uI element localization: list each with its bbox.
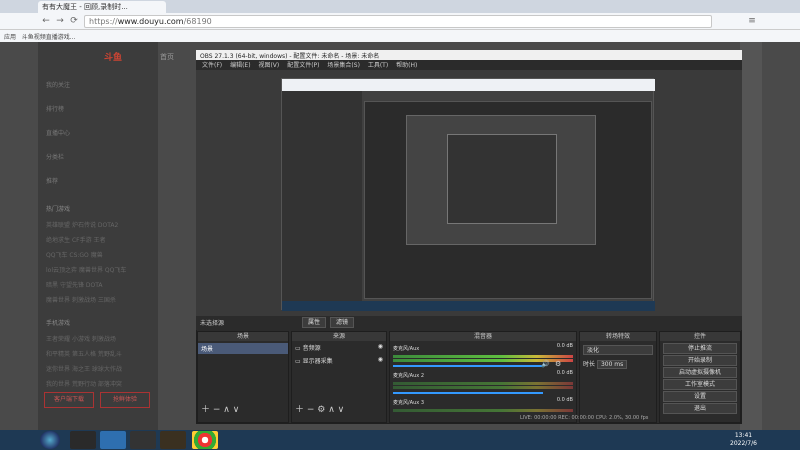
source-toolbar [196,316,742,330]
level-meter [393,386,573,389]
mobile-games-title: 手机游戏 [46,320,71,327]
obs-title-bar: OBS 27.1.3 (64-bit, windows) - 配置文件: 未命名… [196,50,742,60]
obs-menu-bar: 文件(F) 编辑(E) 视图(V) 配置文件(P) 场景集合(S) 工具(T) … [196,60,742,70]
taskbar-app-g[interactable] [70,431,96,449]
duration-input[interactable]: 300 ms [596,360,628,369]
taskbar-app-bird[interactable] [100,431,126,449]
bookmark-apps[interactable]: 应用 [4,34,16,41]
filters-button[interactable]: 滤镜 [330,317,354,328]
forward-icon[interactable]: → [54,15,66,27]
menu-profile[interactable]: 配置文件(P) [287,60,319,69]
menu-file[interactable]: 文件(F) [202,60,222,69]
douyu-home-link[interactable]: 首页 [160,52,174,62]
sources-header: 来源 [292,332,386,341]
transitions-header: 转场特效 [580,332,656,341]
source-item-audio[interactable]: ▭ 音频源 ◉ [292,341,386,354]
hot-games-title: 热门游戏 [46,206,71,213]
taskbar-app-l[interactable] [160,431,186,449]
nav-rank[interactable]: 排行榜 [46,104,64,113]
volume-slider[interactable] [393,365,543,367]
menu-scene-collection[interactable]: 场景集合(S) [327,60,360,69]
settings-button[interactable]: 设置 [663,391,737,402]
tab-title: 有有大魔王 - 回顾,录制时... [42,3,128,11]
studio-mode-button[interactable]: 工作室模式 [663,379,737,390]
scenes-header: 场景 [198,332,288,341]
nav-category[interactable]: 分类栏 [46,152,64,161]
scenes-dock: 场景 场景 ＋ − ∧ ∨ [197,331,289,423]
douyu-logo[interactable]: 斗鱼 [104,50,122,63]
obs-status-bar: LIVE: 00:00:00 REC: 00:00:00 CPU: 2.0%, … [520,415,649,421]
page-right-toolbar [740,42,762,430]
chrome-icon[interactable] [192,431,218,449]
menu-edit[interactable]: 编辑(E) [230,60,250,69]
menu-help[interactable]: 帮助(H) [396,60,417,69]
scene-add-remove-icons[interactable]: ＋ − ∧ ∨ [201,402,239,415]
back-icon[interactable]: ← [40,15,52,27]
nav-recommend[interactable]: 推荐 [46,176,58,185]
nav-follow[interactable]: 我的关注 [46,80,70,89]
nested-browser-bar [282,79,655,91]
bookmarks-bar: 应用 斗鱼视频直播游戏... [0,30,800,42]
mixer-header: 混音器 [390,332,576,341]
system-clock[interactable]: 13:41 2022/7/6 [730,432,757,448]
url-input[interactable]: https://www.douyu.com/68190 [84,15,712,28]
volume-slider[interactable] [393,392,543,394]
start-recording-button[interactable]: 开始录制 [663,355,737,366]
preview-capture [281,78,655,311]
start-button[interactable] [40,431,60,449]
lock-icon[interactable]: ◉ [378,356,383,363]
monitor-icon: ▭ [295,358,301,365]
stop-streaming-button[interactable]: 停止推流 [663,343,737,354]
taskbar-obs[interactable] [130,431,156,449]
nested-taskbar [282,301,655,311]
duration-row: 时长 300 ms [583,359,653,369]
nav-center[interactable]: 直播中心 [46,128,70,137]
speaker-icon: ▭ [295,345,301,352]
beta-button[interactable]: 抢鲜体验 [100,392,150,408]
level-meter [393,382,573,385]
controls-dock: 控件 停止推流 开始录制 启动虚拟摄像机 工作室模式 设置 退出 [659,331,741,423]
hot-games-grid: 英雄联盟 炉石传说 DOTA2 绝地求生 CF手游 王者 QQ飞车 CS:GO … [46,222,127,304]
mute-icon[interactable]: 🔊 [541,360,550,368]
transitions-dock: 转场特效 淡化 时长 300 ms [579,331,657,423]
transition-select[interactable]: 淡化 [583,345,653,355]
level-meter [393,355,573,358]
browser-tab[interactable]: 有有大魔王 - 回顾,录制时... [38,1,166,13]
nested-sidebar [282,91,362,301]
scene-item[interactable]: 场景 [198,343,288,354]
reload-icon[interactable]: ⟳ [68,15,80,27]
eye-icon[interactable]: ◉ [378,343,383,350]
exit-button[interactable]: 退出 [663,403,737,414]
bookmark-douyu[interactable]: 斗鱼视频直播游戏... [22,34,76,41]
level-meter [393,409,573,412]
mobile-games-grid: 王者荣耀 小游戏 刺激战场 和平精英 第五人格 荒野乱斗 迷你世界 海之王 球球… [46,336,122,388]
source-item-display[interactable]: ▭ 显示器采集 ◉ [292,354,386,367]
menu-view[interactable]: 视图(V) [258,60,279,69]
client-download-button[interactable]: 客户端下载 [44,392,94,408]
menu-tools[interactable]: 工具(T) [368,60,388,69]
virtual-camera-button[interactable]: 启动虚拟摄像机 [663,367,737,378]
sources-dock: 来源 ▭ 音频源 ◉ ▭ 显示器采集 ◉ ＋ − ⚙ ∧ ∨ [291,331,387,423]
controls-header: 控件 [660,332,740,341]
gear-icon[interactable]: ⚙ [555,360,561,368]
menu-icon[interactable]: ≡ [746,15,758,27]
no-source-label: 未选择源 [200,320,225,327]
nested-recursion [447,134,557,224]
properties-button[interactable]: 属性 [302,317,326,328]
mixer-dock: 混音器 麦克风/Aux 0.0 dB 麦克风/Aux 2 0.0 dB 麦克风/Au… [389,331,577,423]
source-add-remove-icons[interactable]: ＋ − ⚙ ∧ ∨ [295,402,344,415]
mixer-channel-2: 麦克风/Aux 2 0.0 dB [390,368,576,395]
